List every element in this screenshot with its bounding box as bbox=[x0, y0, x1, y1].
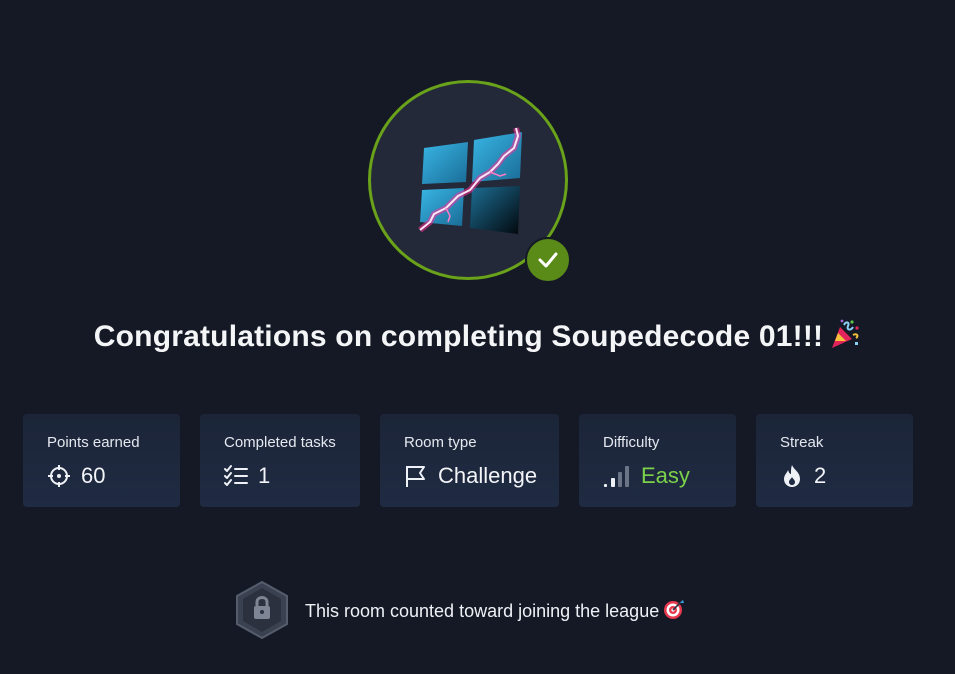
stat-card-streak: Streak 2 bbox=[756, 414, 913, 507]
checklist-icon bbox=[224, 464, 248, 488]
stat-value: 2 bbox=[814, 463, 827, 488]
stat-value: Easy bbox=[641, 463, 690, 488]
league-text: This room counted toward joining the lea… bbox=[305, 598, 685, 622]
stat-label: Points earned bbox=[47, 434, 140, 451]
shattered-windows-logo-icon bbox=[418, 127, 522, 234]
locked-league-badge-icon bbox=[236, 580, 288, 640]
signal-bars-icon bbox=[603, 464, 631, 488]
stat-value: 60 bbox=[81, 463, 106, 488]
page-title: Congratulations on completing Soupedecod… bbox=[0, 318, 955, 354]
stat-card-points: Points earned 60 bbox=[23, 414, 180, 507]
stat-label: Streak bbox=[780, 434, 824, 451]
stat-label: Completed tasks bbox=[224, 434, 336, 451]
league-notice: This room counted toward joining the lea… bbox=[235, 580, 685, 640]
check-icon bbox=[538, 252, 558, 268]
crosshair-icon bbox=[47, 464, 71, 488]
stat-card-room-type: Room type Challenge bbox=[380, 414, 559, 507]
stat-card-completed-tasks: Completed tasks 1 bbox=[200, 414, 360, 507]
room-icon bbox=[368, 80, 571, 283]
stat-label: Difficulty bbox=[603, 434, 660, 451]
page-title-text: Congratulations on completing Soupedecod… bbox=[93, 320, 824, 353]
target-icon bbox=[664, 599, 685, 619]
completed-badge bbox=[525, 237, 571, 283]
stat-label: Room type bbox=[404, 434, 477, 451]
stat-value: 1 bbox=[258, 463, 271, 488]
league-text-label: This room counted toward joining the lea… bbox=[305, 601, 660, 621]
party-popper-icon bbox=[832, 319, 859, 348]
stat-value: Challenge bbox=[438, 463, 538, 488]
stat-card-difficulty: Difficulty Easy bbox=[579, 414, 736, 507]
flag-icon bbox=[404, 464, 428, 488]
flame-icon bbox=[780, 464, 804, 488]
